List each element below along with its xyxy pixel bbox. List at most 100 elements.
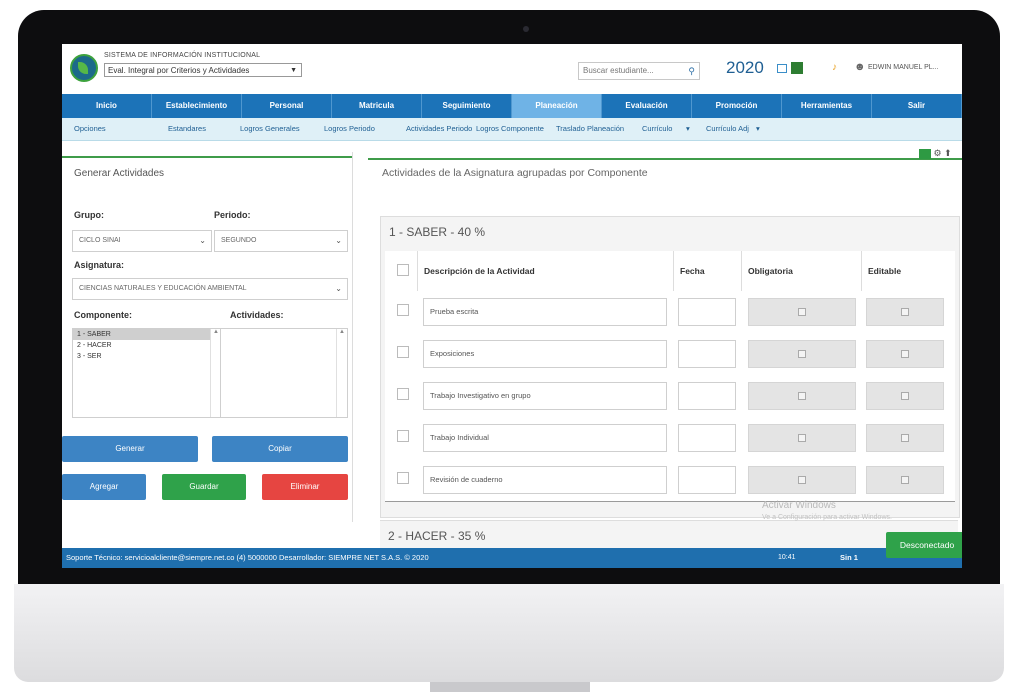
componente-label: Componente:: [74, 310, 132, 320]
menu-item[interactable]: Inicio: [62, 94, 152, 118]
editable-toggle[interactable]: [866, 466, 944, 494]
submenu-item[interactable]: Estandares: [168, 118, 206, 140]
periodo-select[interactable]: SEGUNDO ⌄: [214, 230, 348, 252]
obligatoria-toggle[interactable]: [748, 424, 856, 452]
col-descripcion: Descripción de la Actividad: [417, 251, 673, 291]
grupo-select[interactable]: CICLO SINAI ⌄: [72, 230, 212, 252]
row-checkbox[interactable]: [397, 472, 409, 484]
menu-item[interactable]: Promoción: [692, 94, 782, 118]
obligatoria-toggle[interactable]: [748, 466, 856, 494]
guardar-button[interactable]: Guardar: [162, 474, 246, 500]
table-row: Exposiciones: [385, 333, 955, 376]
editable-toggle[interactable]: [866, 298, 944, 326]
table-row: Prueba escrita: [385, 291, 955, 334]
menu-item[interactable]: Evaluación: [602, 94, 692, 118]
obligatoria-toggle[interactable]: [748, 340, 856, 368]
activity-date-input[interactable]: [678, 424, 736, 452]
agregar-button[interactable]: Agregar: [62, 474, 146, 500]
editable-toggle[interactable]: [866, 424, 944, 452]
gear-icon[interactable]: ⚙: [934, 148, 942, 158]
row-checkbox[interactable]: [397, 388, 409, 400]
component-hacer-box: 2 - HACER - 35 %: [380, 520, 958, 551]
select-all-checkbox[interactable]: [397, 264, 409, 276]
list-item[interactable]: 2 - HACER: [73, 340, 211, 351]
bell-icon[interactable]: ♪: [832, 62, 837, 73]
arrow-up-icon[interactable]: ⬆: [944, 148, 952, 158]
list-item[interactable]: 1 - SABER: [73, 329, 211, 340]
footer-support: Soporte Técnico: servicioalcliente@siemp…: [66, 553, 429, 562]
activity-date-input[interactable]: [678, 340, 736, 368]
submenu-item[interactable]: Logros Generales: [240, 118, 300, 140]
submenu-item[interactable]: Actividades Periodo: [406, 118, 472, 140]
submenu-item[interactable]: Traslado Planeación: [556, 118, 624, 140]
checkbox-icon: [901, 308, 909, 316]
scrollbar[interactable]: ▲: [336, 329, 347, 417]
chevron-down-icon: ⌄: [335, 284, 342, 293]
table-row: Trabajo Investigativo en grupo: [385, 375, 955, 418]
copiar-button[interactable]: Copiar: [212, 436, 348, 462]
periodo-label: Periodo:: [214, 210, 251, 220]
panel-divider: [62, 156, 352, 158]
activity-description-input[interactable]: Exposiciones: [423, 340, 667, 368]
chevron-down-icon: ⌄: [199, 236, 206, 245]
mode-select[interactable]: Eval. Integral por Criterios y Actividad…: [104, 63, 302, 77]
export-icon[interactable]: [919, 148, 931, 159]
list-item[interactable]: 3 - SER: [73, 351, 211, 362]
chevron-down-icon[interactable]: ▾: [756, 118, 760, 140]
menu-item[interactable]: Matricula: [332, 94, 422, 118]
menu-item[interactable]: Seguimiento: [422, 94, 512, 118]
activity-description-input[interactable]: Prueba escrita: [423, 298, 667, 326]
chevron-down-icon[interactable]: ▾: [686, 118, 690, 140]
asignatura-select[interactable]: CIENCIAS NATURALES Y EDUCACIÓN AMBIENTAL…: [72, 278, 348, 300]
row-checkbox[interactable]: [397, 304, 409, 316]
activity-date-input[interactable]: [678, 466, 736, 494]
eliminar-button[interactable]: Eliminar: [262, 474, 348, 500]
asignatura-value: CIENCIAS NATURALES Y EDUCACIÓN AMBIENTAL: [79, 285, 247, 292]
activity-description-input[interactable]: Trabajo Individual: [423, 424, 667, 452]
mode-select-value: Eval. Integral por Criterios y Actividad…: [108, 66, 250, 75]
submenu-item[interactable]: Currículo: [642, 118, 672, 140]
checkbox-icon: [798, 476, 806, 484]
chevron-down-icon: ▼: [290, 67, 297, 74]
checkbox-icon: [798, 350, 806, 358]
actividades-label: Actividades:: [230, 310, 284, 320]
activity-date-input[interactable]: [678, 298, 736, 326]
activity-description-input[interactable]: Revisión de cuaderno: [423, 466, 667, 494]
componente-listbox[interactable]: ▲ 1 - SABER 2 - HACER 3 - SER: [72, 328, 222, 418]
menu-item[interactable]: Salir: [872, 94, 962, 118]
checkbox-icon: [901, 392, 909, 400]
generar-button[interactable]: Generar: [62, 436, 198, 462]
menu-item[interactable]: Establecimiento: [152, 94, 242, 118]
submenu-item[interactable]: Logros Periodo: [324, 118, 375, 140]
menu-item[interactable]: Planeación: [512, 94, 602, 118]
connection-status-button[interactable]: Desconectado: [886, 532, 962, 558]
row-checkbox[interactable]: [397, 346, 409, 358]
submenu-item[interactable]: Opciones: [74, 118, 106, 140]
submenu-item[interactable]: Logros Componente: [476, 118, 544, 140]
search-input[interactable]: Buscar estudiante... ⚲: [578, 62, 700, 80]
top-bar: SISTEMA DE INFORMACIÓN INSTITUCIONAL Eva…: [62, 44, 962, 94]
obligatoria-toggle[interactable]: [748, 298, 856, 326]
menu-item[interactable]: Personal: [242, 94, 332, 118]
user-name[interactable]: EDWIN MANUEL PL...: [868, 64, 939, 71]
editable-toggle[interactable]: [866, 382, 944, 410]
user-icon[interactable]: ☻: [854, 61, 866, 73]
asignatura-label: Asignatura:: [74, 260, 125, 270]
main-divider: [368, 158, 962, 160]
main-menu: Inicio Establecimiento Personal Matricula Se…: [62, 94, 962, 118]
row-checkbox[interactable]: [397, 430, 409, 442]
window-icon[interactable]: [777, 64, 787, 73]
editable-toggle[interactable]: [866, 340, 944, 368]
menu-item[interactable]: Herramientas: [782, 94, 872, 118]
component-saber-box: 1 - SABER - 40 % Descripción de la Activ…: [380, 216, 960, 518]
calendar-icon[interactable]: [791, 62, 803, 74]
sub-menu: Opciones Estandares Logros Generales Logros…: [62, 118, 962, 141]
search-icon[interactable]: ⚲: [688, 63, 695, 79]
actividades-listbox[interactable]: ▲: [220, 328, 348, 418]
obligatoria-toggle[interactable]: [748, 382, 856, 410]
activity-description-input[interactable]: Trabajo Investigativo en grupo: [423, 382, 667, 410]
activity-date-input[interactable]: [678, 382, 736, 410]
main-title: Actividades de la Asignatura agrupadas p…: [382, 167, 648, 179]
grupo-label: Grupo:: [74, 210, 104, 220]
submenu-item[interactable]: Currículo Adj: [706, 118, 749, 140]
